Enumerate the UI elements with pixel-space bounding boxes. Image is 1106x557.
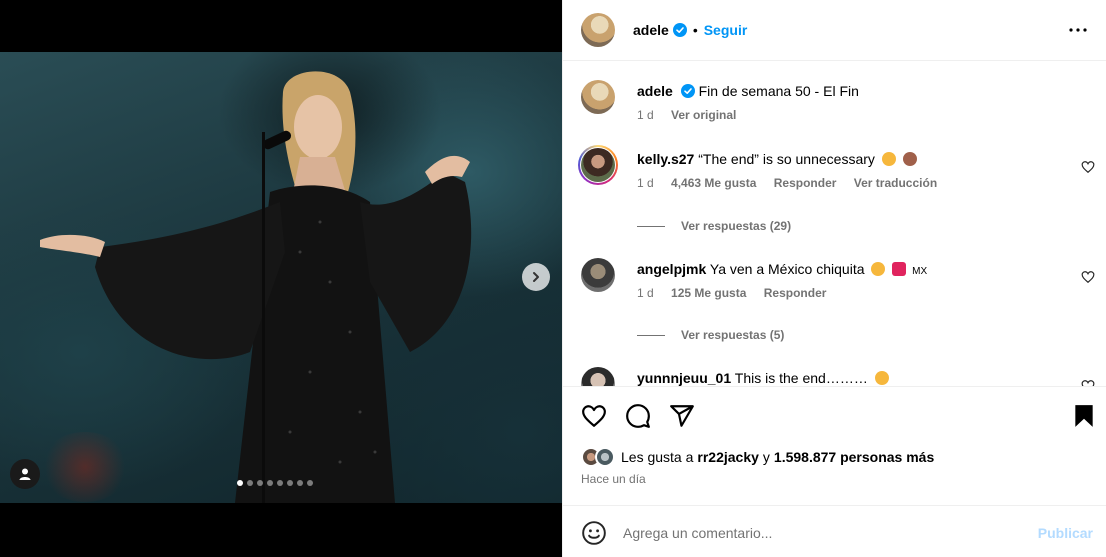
view-replies-button[interactable]: Ver respuestas (29): [637, 219, 791, 233]
more-options-button[interactable]: [1066, 20, 1090, 40]
caption-username[interactable]: adele: [637, 83, 673, 99]
avatar[interactable]: [581, 367, 615, 386]
caption-time[interactable]: 1 d: [637, 108, 654, 122]
publish-button[interactable]: Publicar: [1038, 525, 1093, 541]
verified-badge-icon: [680, 84, 695, 98]
comment-body: Ya ven a México chiquita: [709, 261, 865, 277]
tagged-users-button[interactable]: [10, 459, 40, 489]
reply-button[interactable]: Responder: [764, 286, 827, 300]
comment-text: angelpjmk Ya ven a México chiquita MX: [637, 260, 927, 281]
like-comment-heart-icon[interactable]: [1081, 270, 1095, 284]
like-comment-heart-icon[interactable]: [1081, 160, 1095, 174]
likes-user-link[interactable]: rr22jacky: [697, 449, 759, 465]
post-media: [0, 0, 562, 557]
comment-text: kelly.s27 “The end” is so unnecessary: [637, 150, 917, 168]
comment-meta: 1 d 4,463 Me gusta Responder Ver traducc…: [637, 176, 951, 190]
caption-text: adele Fin de semana 50 - El Fin: [637, 82, 859, 100]
like-comment-heart-icon[interactable]: [1081, 379, 1095, 386]
caption-meta: 1 d Ver original: [637, 108, 750, 122]
smirk-emoji-icon: [881, 152, 896, 166]
post-photo[interactable]: [0, 52, 562, 503]
replies-divider-line: [637, 334, 665, 336]
reply-button[interactable]: Responder: [774, 176, 837, 190]
instagram-post: adele • Seguir adele Fin de semana 50 - …: [0, 0, 1106, 557]
author-username[interactable]: adele: [633, 22, 669, 38]
avatar[interactable]: [581, 148, 615, 182]
red-heart-emoji-icon: [892, 262, 907, 276]
comment-likes[interactable]: 4,463 Me gusta: [671, 176, 756, 190]
share-paper-plane-icon[interactable]: [669, 403, 695, 429]
avatar[interactable]: [581, 258, 615, 292]
comment-text: yunnnjeuu_01 This is the end………: [637, 369, 889, 386]
translate-button[interactable]: Ver traducción: [854, 176, 937, 190]
user-icon: [19, 468, 31, 480]
comment-input[interactable]: [623, 522, 1023, 544]
carousel-indicator: [237, 480, 313, 486]
view-replies-label: Ver respuestas (29): [681, 219, 792, 233]
singer-figure: [40, 71, 472, 503]
avatar[interactable]: [595, 447, 615, 467]
carousel-dot: [277, 480, 283, 486]
comment-meta: 1 d 125 Me gusta Responder: [637, 286, 840, 300]
comment-composer: Publicar: [563, 505, 1106, 557]
post-header: adele • Seguir: [563, 0, 1106, 61]
carousel-dot: [297, 480, 303, 486]
verified-badge-icon: [672, 23, 687, 37]
save-bookmark-icon[interactable]: [1071, 403, 1097, 429]
more-icon: [1069, 28, 1087, 32]
emoji-smile-icon[interactable]: [581, 520, 607, 546]
likes-others-link[interactable]: 1.598.877 personas más: [774, 449, 934, 465]
comment-likes[interactable]: 125 Me gusta: [671, 286, 746, 300]
carousel-dot: [257, 480, 263, 486]
chevron-right-icon: [533, 272, 539, 282]
likes-summary: Les gusta a rr22jacky y 1.598.877 person…: [581, 447, 934, 467]
likes-conjunction: y: [762, 449, 770, 465]
avatar[interactable]: [581, 80, 615, 114]
separator-dot: •: [692, 22, 698, 38]
crying-face-emoji-icon: [871, 262, 886, 276]
see-no-evil-monkey-emoji-icon: [902, 152, 917, 166]
flushed-face-emoji-icon: [874, 371, 889, 385]
post-timestamp[interactable]: Hace un día: [581, 472, 646, 486]
like-heart-icon[interactable]: [581, 403, 607, 429]
post-sidebar: adele • Seguir adele Fin de semana 50 - …: [562, 0, 1106, 557]
avatar[interactable]: [581, 13, 615, 47]
see-original-link[interactable]: Ver original: [671, 108, 736, 122]
view-replies-button[interactable]: Ver respuestas (5): [637, 328, 784, 342]
carousel-dot: [287, 480, 293, 486]
post-actions: [563, 386, 1106, 446]
carousel-dot: [267, 480, 273, 486]
carousel-dot: [307, 480, 313, 486]
comment-bubble-icon[interactable]: [625, 403, 651, 429]
comment-body: This is the end………: [734, 370, 868, 386]
comment-username[interactable]: yunnnjeuu_01: [637, 370, 731, 386]
view-replies-label: Ver respuestas (5): [681, 328, 785, 342]
flag-label: MX: [912, 266, 928, 277]
follow-button[interactable]: Seguir: [704, 22, 748, 38]
comment-username[interactable]: kelly.s27: [637, 151, 694, 167]
next-slide-button[interactable]: [522, 263, 550, 291]
likes-prefix: Les gusta a: [621, 449, 694, 465]
mic-stand: [262, 132, 265, 503]
carousel-dot: [247, 480, 253, 486]
comment-body: “The end” is so unnecessary: [698, 151, 875, 167]
carousel-dot-active: [237, 480, 243, 486]
comment-username[interactable]: angelpjmk: [637, 261, 706, 277]
comment-time[interactable]: 1 d: [637, 176, 654, 190]
comments-list[interactable]: adele Fin de semana 50 - El Fin 1 d Ver …: [563, 62, 1106, 386]
comment-time[interactable]: 1 d: [637, 286, 654, 300]
replies-divider-line: [637, 225, 665, 227]
caption-body: Fin de semana 50 - El Fin: [698, 83, 859, 99]
